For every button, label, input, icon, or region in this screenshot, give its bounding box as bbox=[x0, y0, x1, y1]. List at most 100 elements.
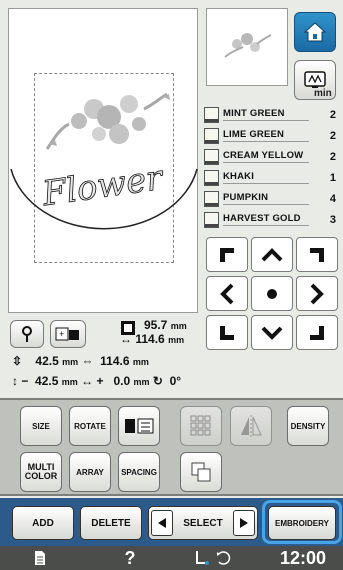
bottom-action-bar: ADD DELETE SELECT EMBROIDERY bbox=[0, 498, 343, 546]
move-down-right-button[interactable] bbox=[296, 315, 338, 350]
thread-color-list: MINT GREEN 2 LIME GREEN 2 CREAM YELLOW 2… bbox=[202, 104, 340, 230]
mirror-icon bbox=[241, 415, 262, 437]
embroidery-button[interactable]: EMBROIDERY bbox=[268, 506, 336, 540]
density-button[interactable]: DENSITY bbox=[287, 406, 329, 446]
offset-horizontal-icon: ↔ bbox=[81, 374, 94, 388]
offset-vertical-icon: ↕ bbox=[12, 374, 18, 388]
height-value: 95.7 mm bbox=[144, 318, 187, 332]
thread-count: 2 bbox=[329, 129, 336, 142]
design-canvas[interactable]: Flower bbox=[8, 8, 198, 313]
needle-icon bbox=[22, 326, 32, 342]
mirror-button[interactable] bbox=[230, 406, 272, 446]
width-value: ↔ 114.6 mm bbox=[120, 332, 185, 346]
needle-point-button[interactable] bbox=[10, 320, 44, 348]
thread-name: HARVEST GOLD bbox=[223, 213, 309, 226]
move-up-right-button[interactable] bbox=[296, 237, 338, 272]
presser-foot-icon bbox=[196, 551, 231, 565]
y-position-row: ⇳ 42.5 mm ⇔ 114.6 mm bbox=[12, 354, 149, 368]
layout-view-button[interactable]: + bbox=[50, 320, 86, 348]
horizontal-arrows-icon: ⇔ bbox=[81, 354, 94, 368]
design-preview: Flower bbox=[10, 92, 198, 230]
thread-spool-icon bbox=[204, 211, 219, 228]
move-up-left-button[interactable] bbox=[206, 237, 248, 272]
thread-count: 3 bbox=[329, 213, 336, 226]
select-prev-button[interactable] bbox=[151, 510, 173, 536]
document-icon bbox=[35, 551, 45, 565]
design-thumbnail bbox=[206, 8, 288, 86]
grid-icon bbox=[190, 415, 211, 436]
move-left-button[interactable] bbox=[206, 276, 248, 311]
tv-icon bbox=[304, 71, 326, 88]
move-right-button[interactable] bbox=[296, 276, 338, 311]
corner-down-right-icon bbox=[310, 325, 324, 340]
home-icon bbox=[303, 22, 327, 42]
duplicate-button[interactable] bbox=[180, 452, 222, 492]
thread-item: HARVEST GOLD 3 bbox=[202, 209, 340, 230]
embroidery-edit-screen: Flower min MINT GREEN 2 LIME GREEN 2 CRE… bbox=[0, 0, 343, 570]
offset-row: ↕ − 42.5 mm ↔ + 0.0 mm ↻ 0° bbox=[12, 374, 182, 388]
thread-name: LIME GREEN bbox=[223, 129, 309, 142]
clock: 12:00 bbox=[279, 547, 327, 568]
home-button[interactable] bbox=[294, 12, 336, 52]
layout-icon: + bbox=[55, 327, 79, 341]
thread-count: 2 bbox=[329, 108, 336, 121]
delete-button[interactable]: DELETE bbox=[80, 506, 142, 540]
select-label: SELECT bbox=[183, 517, 223, 529]
thread-item: CREAM YELLOW 2 bbox=[202, 146, 340, 167]
thread-spool-icon bbox=[204, 169, 219, 186]
rotation-icon: ↻ bbox=[152, 374, 163, 388]
move-down-button[interactable] bbox=[251, 315, 293, 350]
select-control: SELECT bbox=[148, 506, 258, 540]
corner-up-right-icon bbox=[310, 247, 324, 262]
chevron-down-icon bbox=[261, 326, 283, 340]
move-up-button[interactable] bbox=[251, 237, 293, 272]
thread-name: MINT GREEN bbox=[223, 108, 309, 121]
document-button[interactable] bbox=[20, 546, 60, 570]
thread-item: PUMPKIN 4 bbox=[202, 188, 340, 209]
thread-count: 2 bbox=[329, 150, 336, 163]
corner-down-left-icon bbox=[220, 325, 234, 340]
rotate-button[interactable]: ROTATE bbox=[69, 406, 111, 446]
size-button[interactable]: SIZE bbox=[20, 406, 62, 446]
min-label: min bbox=[314, 88, 332, 99]
spacing-button[interactable]: SPACING bbox=[118, 452, 160, 492]
text-layout-icon bbox=[125, 418, 154, 434]
duplicate-icon bbox=[191, 462, 211, 482]
chevron-right-icon bbox=[310, 283, 324, 304]
thread-spool-icon bbox=[204, 190, 219, 207]
multi-color-button[interactable]: MULTI COLOR bbox=[20, 452, 62, 492]
triangle-left-icon bbox=[158, 518, 166, 528]
grid-button[interactable] bbox=[180, 406, 222, 446]
chevron-left-icon bbox=[220, 283, 234, 304]
thread-spool-icon bbox=[204, 148, 219, 165]
add-button[interactable]: ADD bbox=[12, 506, 74, 540]
chevron-up-icon bbox=[261, 247, 283, 261]
thread-item: MINT GREEN 2 bbox=[202, 104, 340, 125]
multi-color-label-2: COLOR bbox=[24, 471, 58, 481]
thread-count: 4 bbox=[329, 192, 336, 205]
machine-status bbox=[185, 546, 245, 570]
size-position-info: + 95.7 mm ↔ 114.6 mm ⇳ 42.5 mm ⇔ 114.6 m… bbox=[8, 318, 198, 400]
vertical-arrows-icon: ⇳ bbox=[12, 354, 23, 368]
select-next-button[interactable] bbox=[232, 510, 255, 536]
floral-motif bbox=[45, 92, 170, 150]
thread-count: 1 bbox=[329, 171, 336, 184]
move-down-left-button[interactable] bbox=[206, 315, 248, 350]
thread-item: LIME GREEN 2 bbox=[202, 125, 340, 146]
edit-tool-panel: SIZE ROTATE DENSITY MULTI COLOR ARRAY SPA… bbox=[0, 398, 343, 496]
design-text: Flower bbox=[39, 158, 167, 215]
triangle-right-icon bbox=[239, 518, 248, 528]
help-button[interactable]: ? bbox=[110, 546, 150, 570]
thread-spool-icon bbox=[204, 127, 219, 144]
thread-spool-icon bbox=[204, 106, 219, 123]
thread-item: KHAKI 1 bbox=[202, 167, 340, 188]
center-button[interactable] bbox=[251, 276, 293, 311]
array-button[interactable]: ARRAY bbox=[69, 452, 111, 492]
thread-name: PUMPKIN bbox=[223, 192, 309, 205]
thread-name: CREAM YELLOW bbox=[223, 150, 309, 163]
svg-text:+: + bbox=[59, 329, 64, 339]
text-layout-button[interactable] bbox=[118, 406, 160, 446]
thread-name: KHAKI bbox=[223, 171, 309, 184]
corner-up-left-icon bbox=[220, 247, 234, 262]
status-bar: ? 12:00 bbox=[0, 546, 343, 570]
